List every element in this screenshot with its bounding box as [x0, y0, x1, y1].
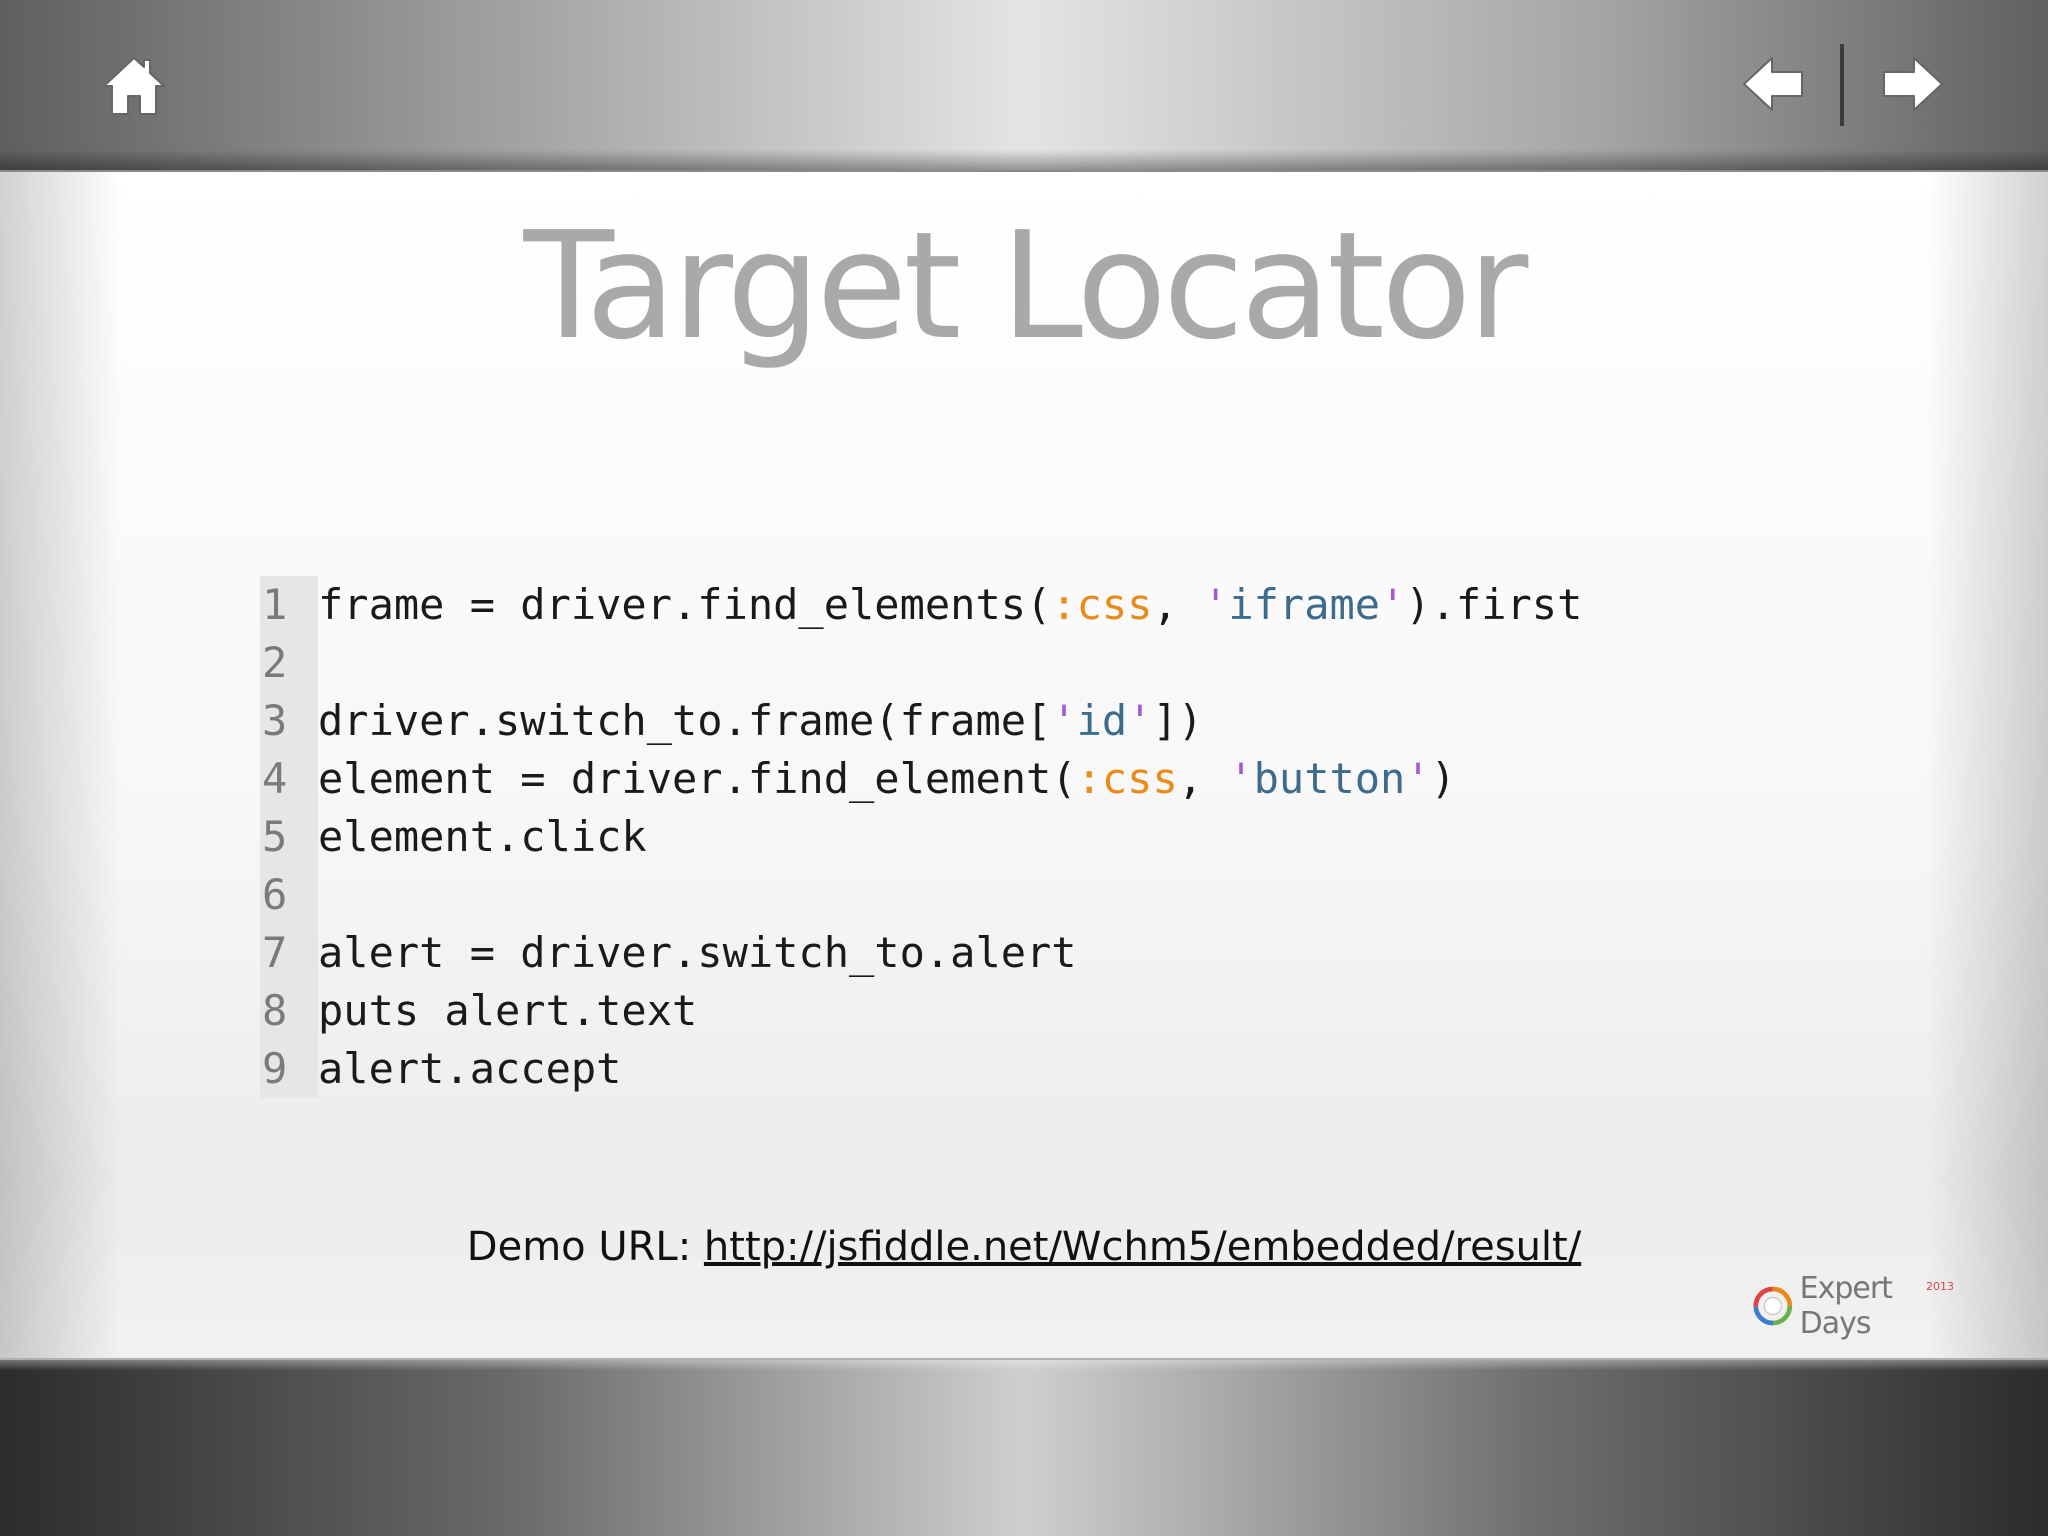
- code-line: 6: [260, 866, 1582, 924]
- code-text: frame = driver.find_elements(:css, 'ifra…: [318, 580, 1583, 629]
- demo-url: Demo URL: http://jsfiddle.net/Wchm5/embe…: [0, 1224, 2048, 1270]
- top-toolbar: [0, 0, 2048, 173]
- code-text: puts alert.text: [318, 986, 698, 1035]
- line-number: 6: [260, 866, 318, 924]
- home-icon[interactable]: [100, 52, 168, 120]
- arrow-left-icon[interactable]: [1740, 52, 1806, 116]
- line-number: 2: [260, 634, 318, 692]
- logo-icon: [1753, 1286, 1793, 1326]
- line-number: 5: [260, 808, 318, 866]
- slide: Target Locator 1 frame = driver.find_elem…: [0, 0, 2048, 1536]
- line-number: 3: [260, 692, 318, 750]
- line-number: 4: [260, 750, 318, 808]
- line-number: 8: [260, 982, 318, 1040]
- bottom-bar: [0, 1358, 2048, 1536]
- code-block: 1 frame = driver.find_elements(:css, 'ifr…: [260, 576, 1582, 1098]
- line-number: 7: [260, 924, 318, 982]
- demo-link[interactable]: http://jsfiddle.net/Wchm5/embedded/resul…: [704, 1224, 1581, 1270]
- code-line: 7 alert = driver.switch_to.alert: [260, 924, 1582, 982]
- code-line: 2: [260, 634, 1582, 692]
- code-line: 4 element = driver.find_element(:css, 'bu…: [260, 750, 1582, 808]
- line-number: 1: [260, 576, 318, 634]
- code-text: driver.switch_to.frame(frame['id']): [318, 696, 1204, 745]
- logo-year: 2013: [1926, 1280, 1954, 1293]
- code-line: 9 alert.accept: [260, 1040, 1582, 1098]
- code-text: element.click: [318, 812, 647, 861]
- code-line: 1 frame = driver.find_elements(:css, 'ifr…: [260, 576, 1582, 634]
- code-text: element = driver.find_element(:css, 'but…: [318, 754, 1456, 803]
- code-text: alert.accept: [318, 1044, 622, 1093]
- code-line: 3 driver.switch_to.frame(frame['id']): [260, 692, 1582, 750]
- code-text: alert = driver.switch_to.alert: [318, 928, 1077, 977]
- code-line: 5 element.click: [260, 808, 1582, 866]
- nav-divider: [1840, 44, 1844, 126]
- code-line: 8 puts alert.text: [260, 982, 1582, 1040]
- slide-title: Target Locator: [523, 200, 1529, 372]
- arrow-right-icon[interactable]: [1880, 52, 1946, 116]
- demo-label: Demo URL:: [466, 1224, 692, 1270]
- expert-days-logo: Expert Days 2013: [1752, 1271, 1962, 1341]
- line-number: 9: [260, 1040, 318, 1098]
